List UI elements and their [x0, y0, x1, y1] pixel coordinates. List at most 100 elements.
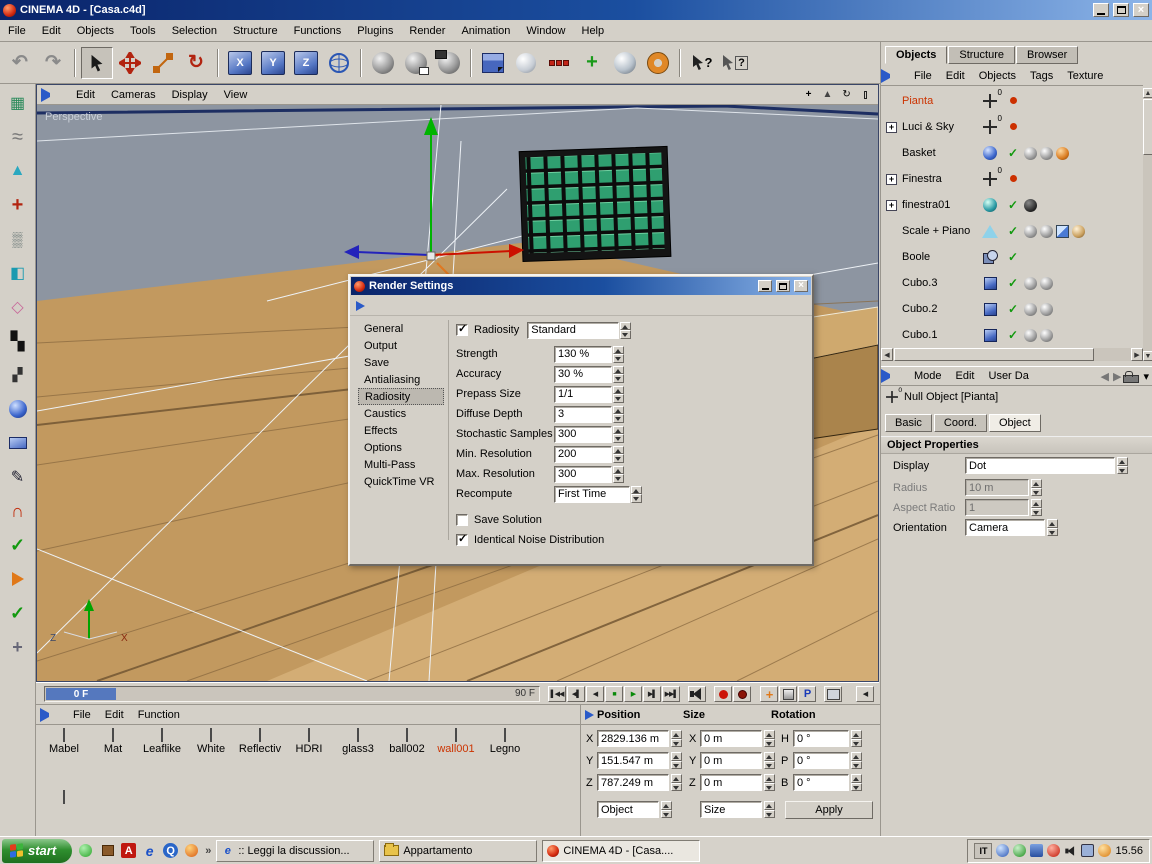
object-name[interactable]: Basket	[902, 147, 978, 159]
phong-tag-icon[interactable]	[1024, 329, 1037, 342]
objects-menu-tags[interactable]: Tags	[1023, 68, 1060, 84]
dialog-minimize-button[interactable]	[758, 280, 772, 292]
viewport-menu-display[interactable]: Display	[165, 87, 215, 103]
object-row[interactable]: +Luci & Sky 0	[881, 114, 1143, 140]
object-name[interactable]: Cubo.2	[902, 303, 978, 315]
attributes-menu-mode[interactable]: Mode	[907, 368, 949, 384]
pos-y-field[interactable]: 151.547 m	[597, 752, 669, 769]
diffuse-depth-field[interactable]: 3	[554, 406, 612, 423]
enabled-check-icon[interactable]: ✓	[1008, 146, 1018, 160]
object-name[interactable]: Scale + Piano	[902, 225, 978, 237]
objects-menu-objects[interactable]: Objects	[972, 68, 1023, 84]
orientation-dropdown[interactable]: Camera	[965, 519, 1045, 536]
material-swatch[interactable]: ball002	[383, 729, 431, 755]
material-swatch[interactable]: wall001	[432, 729, 480, 755]
undo-icon[interactable]: ↶	[4, 47, 36, 79]
material-swatch[interactable]: White	[187, 729, 235, 755]
min-resolution-field[interactable]: 200	[554, 446, 612, 463]
object-row[interactable]: Scale + Piano ✓	[881, 218, 1143, 244]
object-name[interactable]: Pianta	[902, 95, 978, 107]
polygon-tool-icon[interactable]: ◇	[3, 292, 33, 322]
goto-end-button[interactable]: ▶▶▌	[662, 686, 680, 702]
apply-button[interactable]: Apply	[785, 801, 873, 819]
size-y-field[interactable]: 0 m	[700, 752, 762, 769]
tray-update-icon[interactable]	[1030, 844, 1043, 857]
media-icon[interactable]	[183, 842, 200, 859]
menu-objects[interactable]: Objects	[69, 22, 122, 40]
add-array-icon[interactable]	[543, 47, 575, 79]
category-effects[interactable]: Effects	[358, 422, 444, 439]
tray-volume-icon[interactable]	[1064, 844, 1077, 857]
taskbar-task[interactable]: Appartamento	[379, 840, 537, 862]
tab-objects[interactable]: Objects	[885, 46, 947, 64]
browser-icon[interactable]: e	[141, 842, 158, 859]
sphere-tool-icon[interactable]	[3, 394, 33, 424]
object-list-scrollbar[interactable]: ▲ ▼	[1143, 88, 1152, 361]
enabled-check-icon[interactable]: ✓	[1008, 224, 1018, 238]
radiosity-mode-dropdown[interactable]: Standard	[527, 322, 619, 339]
visibility-dot-icon[interactable]	[1010, 123, 1017, 130]
timeline-slider[interactable]: 0 F 90 F	[44, 686, 540, 702]
tab-object[interactable]: Object	[989, 414, 1041, 432]
viewport-scale-icon[interactable]: ▲	[819, 87, 836, 102]
category-radiosity[interactable]: Radiosity	[358, 388, 444, 405]
cone-tool-icon[interactable]: ▲	[3, 156, 33, 186]
menu-edit[interactable]: Edit	[34, 22, 69, 40]
recompute-stepper[interactable]	[631, 486, 642, 503]
magnet-tool-icon[interactable]: ∩	[3, 496, 33, 526]
object-row[interactable]: Basket ✓	[881, 140, 1143, 166]
radius-field[interactable]: 10 m	[965, 479, 1029, 496]
phong-tag-icon[interactable]	[1024, 303, 1037, 316]
add-spline-icon[interactable]	[510, 47, 542, 79]
object-row[interactable]: Cubo.2 ✓	[881, 296, 1143, 322]
enable-check2-icon[interactable]: ✓	[3, 598, 33, 628]
max-resolution-stepper[interactable]	[613, 466, 624, 483]
move-tool-icon[interactable]	[114, 47, 146, 79]
live-selection-tool-icon[interactable]	[81, 47, 113, 79]
materials-manager-icon[interactable]	[40, 708, 63, 722]
menu-functions[interactable]: Functions	[286, 22, 350, 40]
object-row[interactable]: Cubo.1 ✓	[881, 322, 1143, 348]
aspect-ratio-stepper[interactable]	[1031, 499, 1042, 516]
strength-stepper[interactable]	[613, 346, 624, 363]
render-settings-icon[interactable]	[433, 47, 465, 79]
viewport-menu-cameras[interactable]: Cameras	[104, 87, 163, 103]
expander-icon[interactable]: +	[886, 122, 897, 133]
size-z-stepper[interactable]	[764, 774, 775, 791]
pos-x-stepper[interactable]	[671, 730, 682, 747]
enabled-check-icon[interactable]: ✓	[1008, 302, 1018, 316]
coord-size-stepper[interactable]	[764, 801, 775, 818]
menu-file[interactable]: File	[0, 22, 34, 40]
z-axis-lock-icon[interactable]: Z	[290, 47, 322, 79]
add-keyframe-button[interactable]: +	[760, 686, 778, 702]
object-row[interactable]: +Finestra 0	[881, 166, 1143, 192]
autokey-button[interactable]	[779, 686, 797, 702]
enabled-check-icon[interactable]: ✓	[1008, 276, 1018, 290]
diffuse-depth-stepper[interactable]	[613, 406, 624, 423]
size-y-stepper[interactable]	[764, 752, 775, 769]
viewport-pan-icon[interactable]: +	[800, 87, 817, 102]
aspect-ratio-field[interactable]: 1	[965, 499, 1029, 516]
scroll-left-icon[interactable]: ◀	[881, 348, 893, 361]
object-row[interactable]: Boole ✓	[881, 244, 1143, 270]
enabled-check-icon[interactable]: ✓	[1008, 198, 1018, 212]
stochastic-samples-field[interactable]: 300	[554, 426, 612, 443]
category-save[interactable]: Save	[358, 354, 444, 371]
stochastic-samples-stepper[interactable]	[613, 426, 624, 443]
phong-tag-icon[interactable]	[1040, 303, 1053, 316]
checkerboard-small-icon[interactable]: ▞	[3, 360, 33, 390]
texture-tag-icon[interactable]	[1056, 147, 1069, 160]
prepass-size-field[interactable]: 1/1	[554, 386, 612, 403]
viewport-manager-icon[interactable]	[41, 88, 64, 102]
enable-check-icon[interactable]: ✓	[3, 530, 33, 560]
language-indicator[interactable]: IT	[974, 843, 992, 859]
tab-browser[interactable]: Browser	[1016, 46, 1078, 64]
tab-structure[interactable]: Structure	[948, 46, 1015, 64]
layout-toggle-icon[interactable]	[824, 686, 842, 702]
attributes-menu-edit[interactable]: Edit	[949, 368, 982, 384]
redo-icon[interactable]: ↷	[37, 47, 69, 79]
category-multipass[interactable]: Multi-Pass	[358, 456, 444, 473]
pos-z-stepper[interactable]	[671, 774, 682, 791]
menu-structure[interactable]: Structure	[225, 22, 286, 40]
rot-b-field[interactable]: 0 °	[793, 774, 849, 791]
